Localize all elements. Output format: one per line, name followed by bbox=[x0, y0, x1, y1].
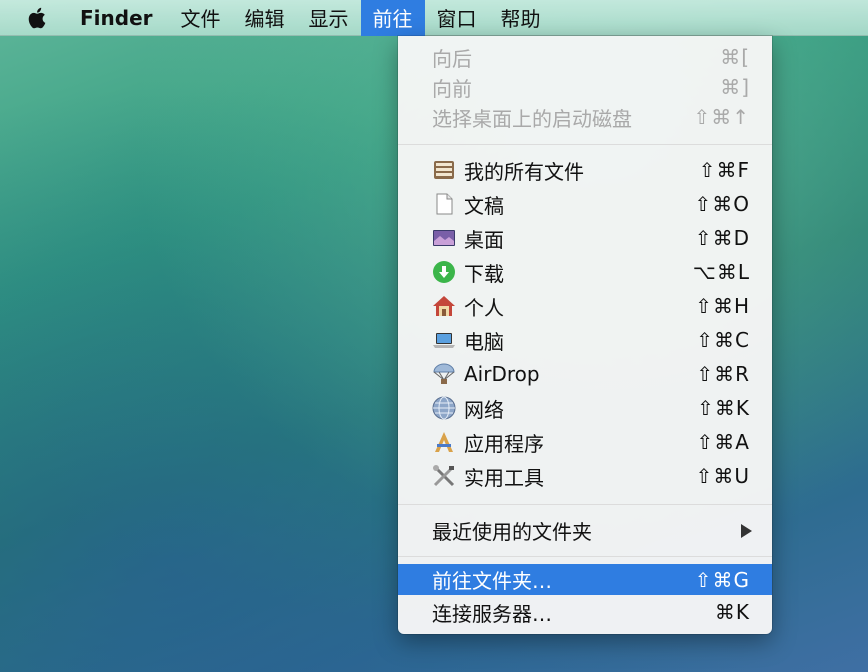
menu-item-shortcut: ⇧⌘↑ bbox=[693, 105, 750, 129]
menu-item-recent-folders[interactable]: 最近使用的文件夹 bbox=[398, 513, 772, 547]
documents-icon bbox=[432, 192, 456, 216]
menu-item-shortcut: ⇧⌘H bbox=[695, 294, 750, 318]
menu-item-network[interactable]: 网络 ⇧⌘K bbox=[398, 391, 772, 425]
menu-item-shortcut: ⇧⌘A bbox=[696, 430, 750, 454]
menu-item-back[interactable]: 向后 ⌘[ bbox=[398, 40, 772, 74]
menu-item-shortcut: ⌥⌘L bbox=[692, 260, 750, 284]
menu-edit[interactable]: 编辑 bbox=[233, 0, 297, 36]
menu-item-label: 我的所有文件 bbox=[464, 159, 584, 184]
menu-item-downloads[interactable]: 下载 ⌥⌘L bbox=[398, 255, 772, 289]
menu-item-shortcut: ⌘] bbox=[720, 75, 750, 99]
menu-finder[interactable]: Finder bbox=[68, 0, 169, 36]
menu-item-shortcut: ⇧⌘D bbox=[694, 226, 750, 250]
menu-item-documents[interactable]: 文稿 ⇧⌘O bbox=[398, 187, 772, 221]
computer-icon bbox=[432, 328, 456, 352]
menu-item-goto-folder[interactable]: 前往文件夹… ⇧⌘G bbox=[398, 564, 772, 595]
menu-item-label: 实用工具 bbox=[464, 465, 544, 490]
menu-item-label: 向后 bbox=[432, 46, 472, 71]
menu-item-connect-server[interactable]: 连接服务器… ⌘K bbox=[398, 595, 772, 629]
menu-item-label: 网络 bbox=[464, 397, 504, 422]
menu-item-shortcut: ⇧⌘C bbox=[696, 328, 750, 352]
menu-window[interactable]: 窗口 bbox=[425, 0, 489, 36]
menu-item-shortcut: ⇧⌘G bbox=[694, 567, 750, 592]
submenu-arrow-icon bbox=[741, 524, 752, 538]
all-my-files-icon bbox=[432, 158, 456, 182]
menu-item-forward[interactable]: 向前 ⌘] bbox=[398, 70, 772, 104]
menu-item-shortcut: ⌘K bbox=[714, 600, 750, 624]
utilities-icon bbox=[432, 464, 456, 488]
menu-go[interactable]: 前往 bbox=[360, 0, 425, 36]
menu-file[interactable]: 文件 bbox=[169, 0, 233, 36]
menu-item-label: AirDrop bbox=[464, 362, 540, 386]
menu-item-home[interactable]: 个人 ⇧⌘H bbox=[398, 289, 772, 323]
menu-item-label: 文稿 bbox=[464, 193, 504, 218]
menu-item-shortcut: ⇧⌘F bbox=[698, 158, 750, 182]
menu-help[interactable]: 帮助 bbox=[489, 0, 553, 36]
menu-item-label: 向前 bbox=[432, 76, 472, 101]
menu-item-label: 前往文件夹… bbox=[432, 569, 552, 593]
menu-separator bbox=[398, 504, 772, 505]
go-menu-dropdown: 向后 ⌘[ 向前 ⌘] 选择桌面上的启动磁盘 ⇧⌘↑ 我的所有文件 ⇧⌘F 文稿… bbox=[398, 36, 772, 634]
menu-item-applications[interactable]: 应用程序 ⇧⌘A bbox=[398, 425, 772, 459]
menu-item-label: 个人 bbox=[464, 295, 504, 320]
menu-item-label: 桌面 bbox=[464, 227, 504, 252]
menu-item-shortcut: ⇧⌘O bbox=[694, 192, 750, 216]
menu-item-utilities[interactable]: 实用工具 ⇧⌘U bbox=[398, 459, 772, 493]
menu-view[interactable]: 显示 bbox=[297, 0, 361, 36]
network-icon bbox=[432, 396, 456, 420]
applications-icon bbox=[432, 430, 456, 454]
menu-item-label: 电脑 bbox=[464, 329, 504, 354]
menu-item-startup-disk[interactable]: 选择桌面上的启动磁盘 ⇧⌘↑ bbox=[398, 100, 772, 134]
menu-item-label: 最近使用的文件夹 bbox=[432, 519, 592, 544]
menu-item-shortcut: ⌘[ bbox=[720, 45, 750, 69]
menu-item-label: 下载 bbox=[464, 261, 504, 286]
menu-item-label: 选择桌面上的启动磁盘 bbox=[432, 106, 632, 131]
desktop-icon bbox=[432, 226, 456, 250]
menu-separator bbox=[398, 556, 772, 557]
menu-item-desktop[interactable]: 桌面 ⇧⌘D bbox=[398, 221, 772, 255]
menu-item-all-my-files[interactable]: 我的所有文件 ⇧⌘F bbox=[398, 153, 772, 187]
airdrop-icon bbox=[432, 362, 456, 386]
menu-separator bbox=[398, 144, 772, 145]
menu-item-label: 连接服务器… bbox=[432, 601, 552, 626]
downloads-icon bbox=[432, 260, 456, 284]
apple-logo-icon[interactable] bbox=[0, 0, 68, 36]
menu-item-computer[interactable]: 电脑 ⇧⌘C bbox=[398, 323, 772, 357]
home-icon bbox=[432, 294, 456, 318]
menu-item-airdrop[interactable]: AirDrop ⇧⌘R bbox=[398, 357, 772, 391]
menu-item-shortcut: ⇧⌘R bbox=[696, 362, 750, 386]
menu-item-label: 应用程序 bbox=[464, 431, 544, 456]
menu-item-shortcut: ⇧⌘K bbox=[697, 396, 750, 420]
menu-bar: Finder 文件 编辑 显示 前往 窗口 帮助 bbox=[0, 0, 868, 36]
menu-item-shortcut: ⇧⌘U bbox=[695, 464, 750, 488]
